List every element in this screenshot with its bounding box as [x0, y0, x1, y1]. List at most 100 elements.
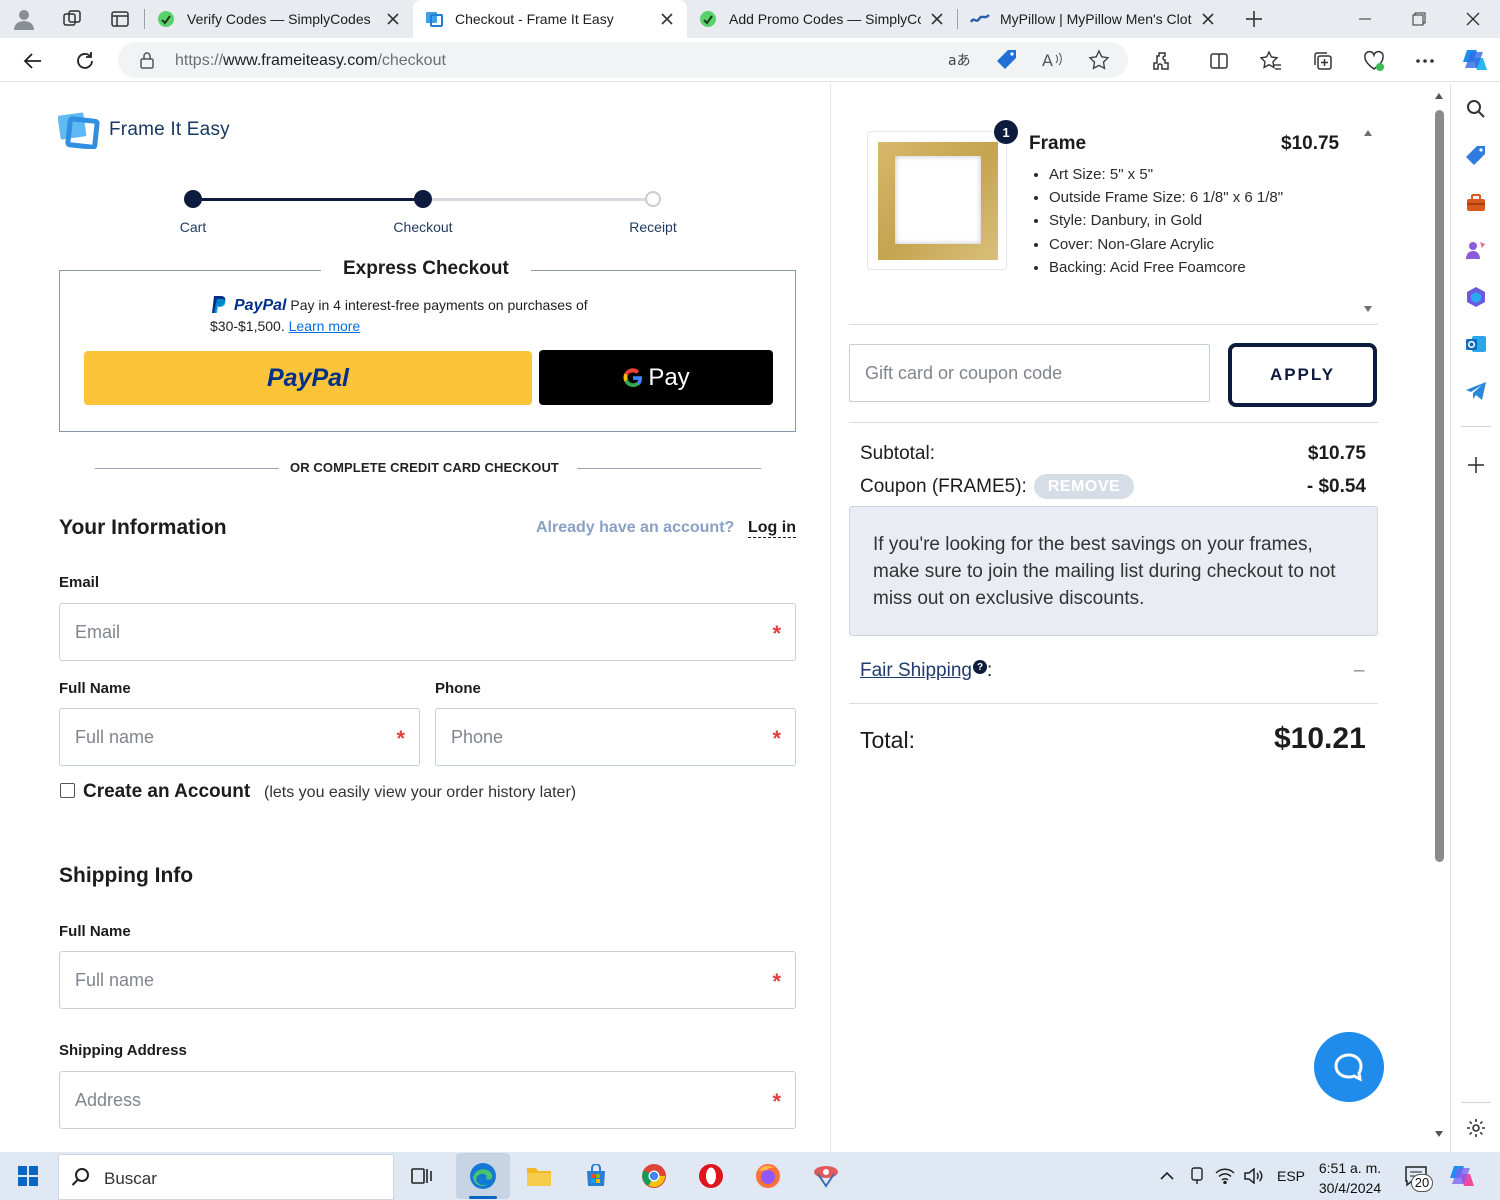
profile-icon[interactable]	[0, 0, 48, 38]
fair-shipping-link[interactable]: Fair Shipping	[860, 660, 972, 682]
copilot-icon[interactable]	[1460, 45, 1490, 75]
sidebar-shopping-icon[interactable]	[1463, 143, 1489, 169]
required-asterisk: *	[772, 1089, 781, 1114]
close-tab-icon[interactable]	[929, 11, 945, 27]
minimize-icon[interactable]	[1338, 0, 1392, 38]
required-asterisk: *	[772, 726, 781, 751]
favorite-star-icon[interactable]	[1088, 49, 1110, 71]
sidebar-outlook-icon[interactable]	[1463, 331, 1489, 357]
tab-checkout-frame-it-easy[interactable]: Checkout - Frame It Easy	[413, 0, 687, 38]
split-screen-icon[interactable]	[1206, 48, 1232, 74]
show-hidden-icons-chevron-icon[interactable]	[1152, 1158, 1182, 1194]
browser-essentials-icon[interactable]	[1361, 48, 1387, 74]
refresh-icon[interactable]	[72, 48, 98, 74]
paypal-button[interactable]: PayPal	[84, 351, 532, 405]
coupon-tag-icon[interactable]	[996, 49, 1018, 71]
google-pay-button[interactable]: Pay	[539, 350, 773, 405]
scroll-down-arrow-icon[interactable]	[1434, 1130, 1444, 1138]
new-tab-icon[interactable]	[1230, 0, 1278, 38]
sidebar-microsoft365-icon[interactable]	[1463, 284, 1489, 310]
tab-mypillow[interactable]: MyPillow | MyPillow Men's Clothing	[958, 0, 1228, 38]
favorites-icon[interactable]	[1258, 48, 1284, 74]
device-icon[interactable]	[1182, 1158, 1212, 1194]
file-explorer-icon[interactable]	[521, 1158, 557, 1194]
subtotal-value: $10.75	[1307, 443, 1366, 464]
cart-scroll-up-icon[interactable]	[1363, 129, 1373, 137]
remove-coupon-button[interactable]: REMOVE	[1034, 474, 1134, 499]
close-window-icon[interactable]	[1446, 0, 1500, 38]
restore-icon[interactable]	[1392, 0, 1446, 38]
paypal-pay-later-message: PayPal Pay in 4 interest-free payments o…	[210, 295, 588, 337]
full-name-field[interactable]: Full name *	[59, 708, 420, 766]
column-divider	[830, 84, 831, 1152]
translate-icon[interactable]: aあ	[948, 50, 970, 70]
login-link[interactable]: Log in	[748, 519, 796, 538]
spec-backing: Backing: Acid Free Foamcore	[1049, 256, 1283, 279]
task-view-icon[interactable]	[404, 1158, 440, 1194]
address-bar[interactable]: https://www.frameiteasy.com/checkout aあ …	[118, 42, 1128, 78]
help-question-icon[interactable]: ?	[973, 660, 987, 674]
windows-start-icon[interactable]	[10, 1158, 46, 1194]
shipping-full-name-placeholder: Full name	[75, 970, 155, 990]
chat-support-icon[interactable]	[1314, 1032, 1384, 1102]
collections-icon[interactable]	[1310, 48, 1336, 74]
apply-coupon-button[interactable]: APPLY	[1228, 343, 1377, 407]
extensions-icon[interactable]	[1149, 48, 1175, 74]
language-indicator[interactable]: ESP	[1277, 1168, 1305, 1184]
fair-shipping-colon: :	[987, 660, 993, 681]
tab-add-promo-codes[interactable]: Add Promo Codes — SimplyCodes	[687, 0, 957, 38]
sidebar-add-icon[interactable]	[1463, 452, 1489, 478]
microsoft-store-icon[interactable]	[578, 1158, 614, 1194]
shipping-full-name-field[interactable]: Full name *	[59, 951, 796, 1009]
tab-actions-icon[interactable]	[96, 0, 144, 38]
snipping-tool-icon[interactable]	[808, 1158, 844, 1194]
step-label-cart[interactable]: Cart	[153, 219, 233, 235]
sidebar-search-icon[interactable]	[1463, 96, 1489, 122]
close-tab-icon[interactable]	[659, 11, 675, 27]
volume-icon[interactable]	[1238, 1158, 1268, 1194]
taskbar-search-box[interactable]: Buscar	[58, 1154, 394, 1200]
firefox-icon[interactable]	[750, 1158, 786, 1194]
sidebar-telegram-icon[interactable]	[1463, 378, 1489, 404]
step-dot-checkout	[414, 190, 432, 208]
copilot-taskbar-icon[interactable]	[1444, 1158, 1480, 1194]
tab-title: Checkout - Frame It Easy	[455, 11, 614, 27]
spec-style: Style: Danbury, in Gold	[1049, 209, 1283, 232]
sidebar-games-icon[interactable]	[1463, 237, 1489, 263]
page-scrollbar[interactable]	[1428, 84, 1448, 1152]
close-tab-icon[interactable]	[1200, 11, 1216, 27]
spec-cover: Cover: Non-Glare Acrylic	[1049, 233, 1283, 256]
create-account-hint: (lets you easily view your order history…	[264, 784, 577, 801]
paypal-msg-line1: Pay in 4 interest-free payments on purch…	[290, 297, 588, 313]
create-account-checkbox[interactable]	[60, 783, 75, 798]
scroll-up-arrow-icon[interactable]	[1434, 92, 1444, 100]
tab-verify-codes[interactable]: Verify Codes — SimplyCodes	[145, 0, 413, 38]
sidebar-tools-icon[interactable]	[1463, 190, 1489, 216]
url-text: https://www.frameiteasy.com/checkout	[175, 52, 446, 70]
close-tab-icon[interactable]	[385, 11, 401, 27]
create-account-label[interactable]: Create an Account	[83, 781, 250, 803]
shipping-address-label: Shipping Address	[59, 1042, 187, 1059]
lock-icon[interactable]	[138, 51, 156, 69]
scrollbar-thumb[interactable]	[1435, 110, 1444, 862]
brand-name[interactable]: Frame It Easy	[109, 119, 230, 141]
frameiteasy-logo-icon[interactable]	[58, 111, 100, 149]
required-asterisk: *	[772, 969, 781, 994]
email-field[interactable]: Email *	[59, 603, 796, 661]
sidebar-settings-icon[interactable]	[1463, 1115, 1489, 1141]
phone-field[interactable]: Phone *	[435, 708, 796, 766]
taskbar-edge-icon[interactable]	[456, 1153, 510, 1199]
coupon-code-input[interactable]: Gift card or coupon code	[849, 344, 1210, 402]
savings-tip-box: If you're looking for the best savings o…	[849, 506, 1378, 636]
system-clock[interactable]: 6:51 a. m. 30/4/2024	[1310, 1158, 1390, 1198]
wifi-icon[interactable]	[1210, 1158, 1240, 1194]
cart-scroll-down-icon[interactable]	[1363, 305, 1373, 313]
shipping-address-field[interactable]: Address *	[59, 1071, 796, 1129]
workspaces-icon[interactable]	[48, 0, 96, 38]
opera-icon[interactable]	[693, 1158, 729, 1194]
learn-more-link[interactable]: Learn more	[289, 318, 361, 334]
chrome-icon[interactable]	[636, 1158, 672, 1194]
read-aloud-icon[interactable]: A	[1042, 50, 1064, 70]
back-icon[interactable]	[20, 48, 46, 74]
more-options-icon[interactable]	[1412, 48, 1438, 74]
